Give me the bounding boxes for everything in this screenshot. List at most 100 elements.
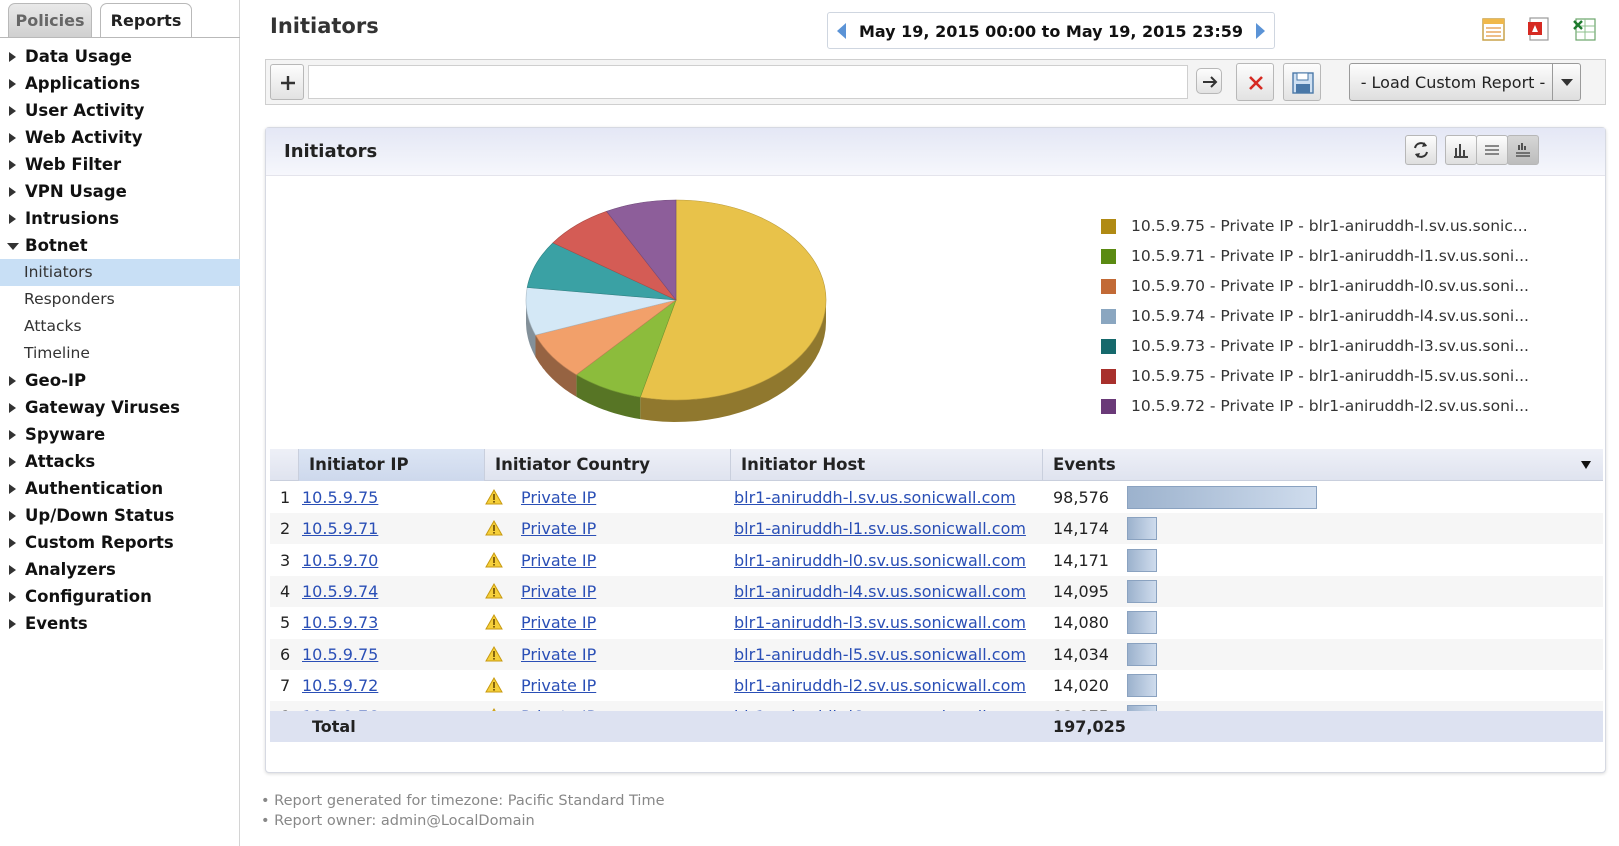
triangle-right-icon[interactable] xyxy=(9,106,16,116)
filter-input[interactable] xyxy=(308,65,1188,99)
triangle-right-icon[interactable] xyxy=(9,457,16,467)
sidebar-item-responders[interactable]: Responders xyxy=(0,286,240,313)
initiator-country-link[interactable]: Private IP xyxy=(521,670,596,701)
load-custom-report-select[interactable]: - Load Custom Report - xyxy=(1349,63,1581,101)
clear-filter-button[interactable] xyxy=(1236,63,1274,101)
triangle-right-icon[interactable] xyxy=(1256,23,1265,39)
initiator-ip-link[interactable]: 10.5.9.75 xyxy=(302,482,378,513)
sidebar-item-configuration[interactable]: Configuration xyxy=(0,583,240,610)
triangle-right-icon[interactable] xyxy=(9,52,16,62)
table-row[interactable]: 1 10.5.9.75 Private IP blr1-aniruddh-l.sv.u… xyxy=(270,482,1603,513)
sidebar-item-timeline[interactable]: Timeline xyxy=(0,340,240,367)
initiator-country-link[interactable]: Private IP xyxy=(521,545,596,576)
sort-desc-icon[interactable] xyxy=(1581,461,1591,469)
initiator-host-link[interactable]: blr1-aniruddh-l5.sv.us.sonicwall.com xyxy=(734,639,1026,670)
initiator-ip-link[interactable]: 10.5.9.72 xyxy=(302,670,378,701)
sidebar-item-events[interactable]: Events xyxy=(0,610,240,637)
initiator-host-link[interactable]: blr1-aniruddh-l2.sv.us.sonicwall.com xyxy=(734,670,1026,701)
table-row[interactable]: 7 10.5.9.72 Private IP blr1-aniruddh-l2.sv.… xyxy=(270,670,1603,701)
view-both-button[interactable] xyxy=(1507,135,1539,165)
legend-item[interactable]: 10.5.9.71 - Private IP - blr1-aniruddh-l… xyxy=(1101,246,1529,276)
sidebar-item-botnet[interactable]: Botnet xyxy=(0,232,240,259)
refresh-button[interactable] xyxy=(1405,135,1437,165)
triangle-right-icon[interactable] xyxy=(9,592,16,602)
legend-item[interactable]: 10.5.9.74 - Private IP - blr1-aniruddh-l… xyxy=(1101,306,1529,336)
sidebar-item-spyware[interactable]: Spyware xyxy=(0,421,240,448)
sidebar-item-analyzers[interactable]: Analyzers xyxy=(0,556,240,583)
save-report-button[interactable] xyxy=(1283,63,1321,101)
triangle-down-icon[interactable] xyxy=(7,243,19,250)
table-row[interactable]: 3 10.5.9.70 Private IP blr1-aniruddh-l0.sv.… xyxy=(270,545,1603,576)
triangle-right-icon[interactable] xyxy=(9,133,16,143)
sidebar-item-initiators[interactable]: Initiators xyxy=(0,259,240,286)
initiator-country-link[interactable]: Private IP xyxy=(521,607,596,638)
tab-reports[interactable]: Reports xyxy=(100,3,192,38)
initiator-host-link[interactable]: blr1-aniruddh-l4.sv.us.sonicwall.com xyxy=(734,576,1026,607)
initiator-country-link[interactable]: Private IP xyxy=(521,482,596,513)
table-row[interactable]: 5 10.5.9.73 Private IP blr1-aniruddh-l3.sv.… xyxy=(270,607,1603,638)
triangle-right-icon[interactable] xyxy=(9,79,16,89)
chevron-down-icon[interactable] xyxy=(1552,64,1580,100)
add-filter-button[interactable] xyxy=(270,64,304,100)
sidebar-item-attacks[interactable]: Attacks xyxy=(0,448,240,475)
sidebar-item-intrusions[interactable]: Intrusions xyxy=(0,205,240,232)
initiator-ip-link[interactable]: 10.5.9.73 xyxy=(302,607,378,638)
initiator-country-link[interactable]: Private IP xyxy=(521,576,596,607)
tab-policies[interactable]: Policies xyxy=(8,3,92,38)
apply-filter-button[interactable] xyxy=(1196,68,1222,94)
document-icon[interactable] xyxy=(1481,17,1506,42)
initiator-ip-link[interactable]: 10.5.9.74 xyxy=(302,576,378,607)
sidebar-item-user-activity[interactable]: User Activity xyxy=(0,97,240,124)
date-range-selector[interactable]: May 19, 2015 00:00 to May 19, 2015 23:59 xyxy=(827,12,1275,49)
sidebar-item-applications[interactable]: Applications xyxy=(0,70,240,97)
legend-item[interactable]: 10.5.9.73 - Private IP - blr1-aniruddh-l… xyxy=(1101,336,1529,366)
sidebar-item-web-filter[interactable]: Web Filter xyxy=(0,151,240,178)
legend-item[interactable]: 10.5.9.72 - Private IP - blr1-aniruddh-l… xyxy=(1101,396,1529,426)
triangle-right-icon[interactable] xyxy=(9,511,16,521)
sidebar-item-vpn-usage[interactable]: VPN Usage xyxy=(0,178,240,205)
triangle-right-icon[interactable] xyxy=(9,484,16,494)
initiator-ip-link[interactable]: 10.5.9.71 xyxy=(302,513,378,544)
initiator-host-link[interactable]: blr1-aniruddh-l0.sv.us.sonicwall.com xyxy=(734,545,1026,576)
triangle-right-icon[interactable] xyxy=(9,538,16,548)
triangle-right-icon[interactable] xyxy=(9,565,16,575)
view-table-button[interactable] xyxy=(1476,135,1508,165)
column-initiator-country[interactable]: Initiator Country xyxy=(484,449,730,481)
sidebar-item-authentication[interactable]: Authentication xyxy=(0,475,240,502)
view-chart-button[interactable] xyxy=(1445,135,1477,165)
triangle-right-icon[interactable] xyxy=(9,187,16,197)
excel-icon[interactable] xyxy=(1572,17,1597,42)
sidebar-item-attacks[interactable]: Attacks xyxy=(0,313,240,340)
initiator-host-link[interactable]: blr1-aniruddh-l1.sv.us.sonicwall.com xyxy=(734,513,1026,544)
sidebar-item-custom-reports[interactable]: Custom Reports xyxy=(0,529,240,556)
legend-item[interactable]: 10.5.9.75 - Private IP - blr1-aniruddh-l… xyxy=(1101,216,1529,246)
column-initiator-host[interactable]: Initiator Host xyxy=(730,449,1042,481)
table-row[interactable]: 4 10.5.9.74 Private IP blr1-aniruddh-l4.sv.… xyxy=(270,575,1603,607)
initiator-country-link[interactable]: Private IP xyxy=(521,639,596,670)
initiator-host-link[interactable]: blr1-aniruddh-l3.sv.us.sonicwall.com xyxy=(734,607,1026,638)
column-initiator-ip[interactable]: Initiator IP xyxy=(298,449,484,481)
triangle-right-icon[interactable] xyxy=(9,214,16,224)
legend-item[interactable]: 10.5.9.75 - Private IP - blr1-aniruddh-l… xyxy=(1101,366,1529,396)
sidebar-item-geo-ip[interactable]: Geo-IP xyxy=(0,367,240,394)
triangle-right-icon[interactable] xyxy=(9,403,16,413)
column-events[interactable]: Events xyxy=(1042,449,1603,481)
table-row[interactable]: 6 10.5.9.75 Private IP blr1-aniruddh-l5.sv.… xyxy=(270,638,1603,670)
initiator-country-link[interactable]: Private IP xyxy=(521,513,596,544)
pdf-icon[interactable] xyxy=(1526,17,1551,42)
triangle-right-icon[interactable] xyxy=(9,619,16,629)
row-number: 1 xyxy=(280,488,291,507)
footer-owner-text: Report owner: admin@LocalDomain xyxy=(274,813,535,829)
sidebar-item-gateway-viruses[interactable]: Gateway Viruses xyxy=(0,394,240,421)
legend-item[interactable]: 10.5.9.70 - Private IP - blr1-aniruddh-l… xyxy=(1101,276,1529,306)
triangle-right-icon[interactable] xyxy=(9,376,16,386)
table-row[interactable]: 2 10.5.9.71 Private IP blr1-aniruddh-l1.sv.… xyxy=(270,513,1603,545)
triangle-right-icon[interactable] xyxy=(9,160,16,170)
sidebar-item-up-down-status[interactable]: Up/Down Status xyxy=(0,502,240,529)
sidebar-item-data-usage[interactable]: Data Usage xyxy=(0,43,240,70)
initiator-ip-link[interactable]: 10.5.9.70 xyxy=(302,545,378,576)
sidebar-item-web-activity[interactable]: Web Activity xyxy=(0,124,240,151)
initiator-ip-link[interactable]: 10.5.9.75 xyxy=(302,639,378,670)
initiator-host-link[interactable]: blr1-aniruddh-l.sv.us.sonicwall.com xyxy=(734,482,1016,513)
triangle-right-icon[interactable] xyxy=(9,430,16,440)
